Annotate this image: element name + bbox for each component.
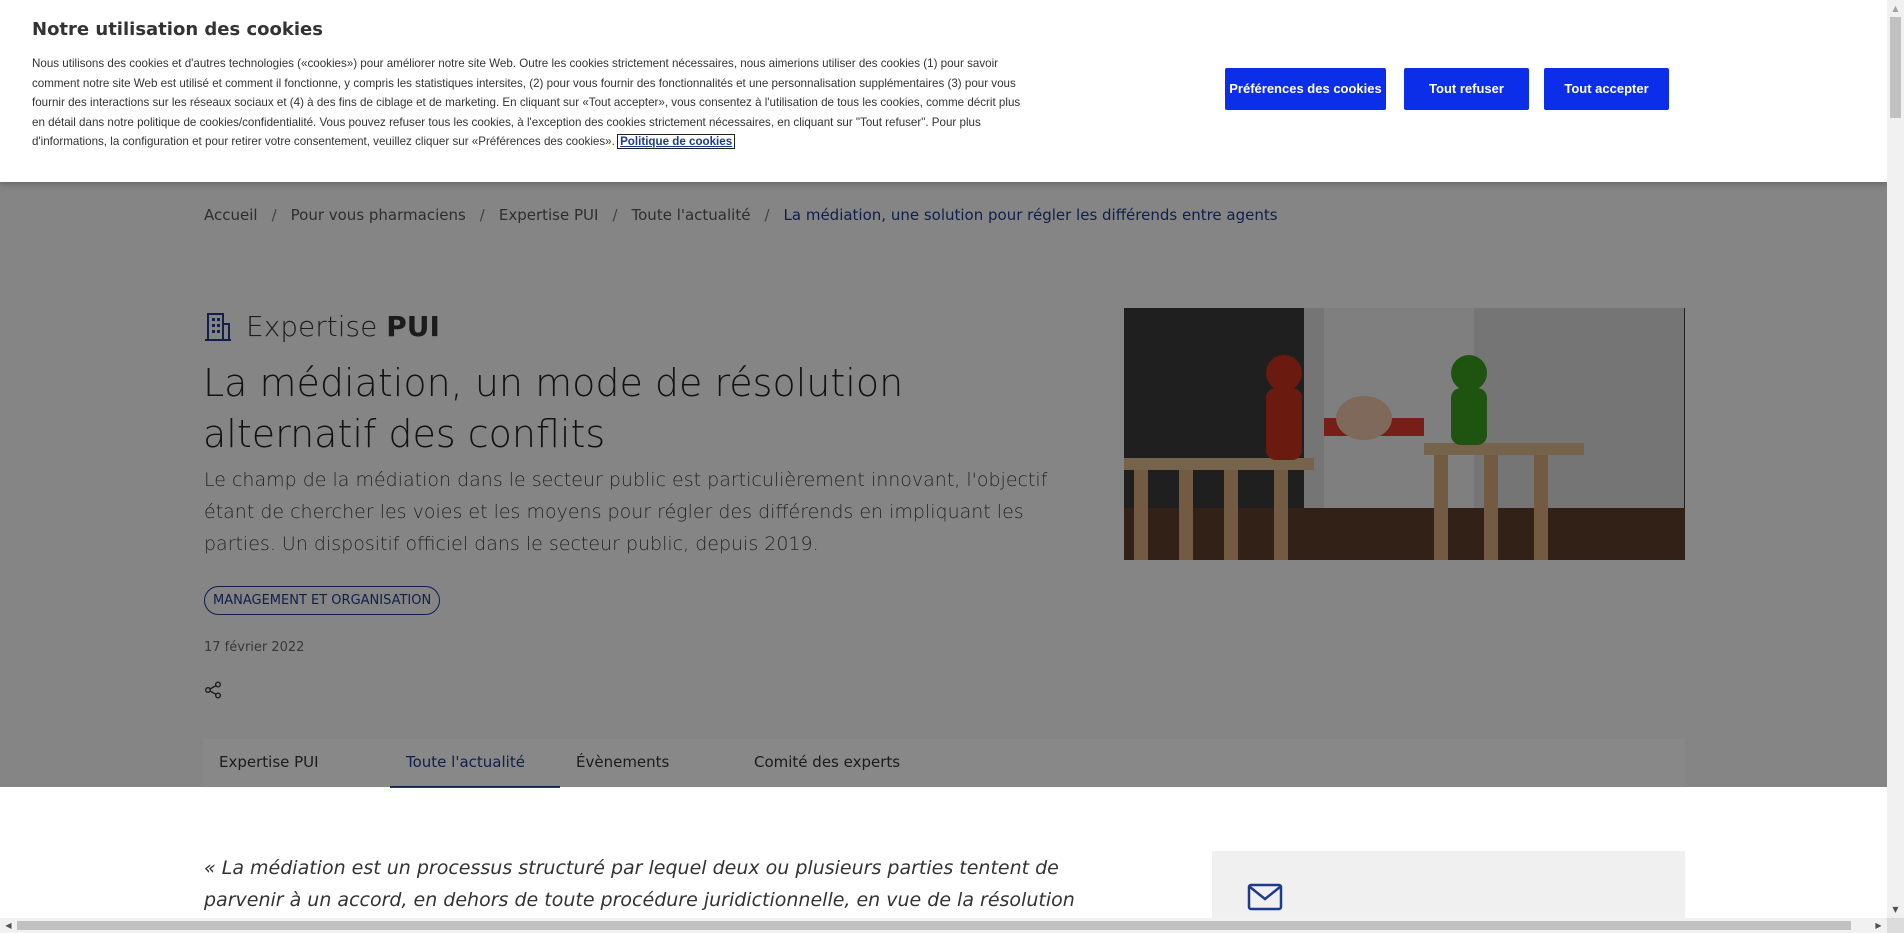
- cookie-policy-link[interactable]: Politique de cookies: [617, 134, 736, 150]
- cookie-refuse-button[interactable]: Tout refuser: [1404, 68, 1529, 110]
- cookie-title: Notre utilisation des cookies: [32, 19, 323, 40]
- modal-overlay: [0, 182, 1887, 787]
- mail-icon: [1247, 883, 1283, 911]
- scroll-up-arrow-icon[interactable]: ▲: [1887, 0, 1904, 17]
- scroll-down-arrow-icon[interactable]: ▼: [1887, 901, 1904, 918]
- cookie-text: Nous utilisons des cookies et d'autres t…: [32, 57, 1021, 150]
- vertical-scrollbar[interactable]: ▲ ▼: [1887, 0, 1904, 918]
- horizontal-scrollbar[interactable]: ◀ ▶: [0, 918, 1887, 933]
- cookie-banner: Notre utilisation des cookies Nous utili…: [0, 0, 1887, 182]
- scroll-right-arrow-icon[interactable]: ▶: [1870, 918, 1887, 933]
- cookie-preferences-button[interactable]: Préférences des cookies: [1225, 68, 1386, 110]
- scroll-left-arrow-icon[interactable]: ◀: [0, 918, 17, 933]
- horizontal-scroll-thumb[interactable]: [17, 921, 1851, 930]
- cookie-accept-button[interactable]: Tout accepter: [1544, 68, 1669, 110]
- vertical-scroll-thumb[interactable]: [1890, 17, 1901, 118]
- scrollbar-corner: [1887, 918, 1904, 933]
